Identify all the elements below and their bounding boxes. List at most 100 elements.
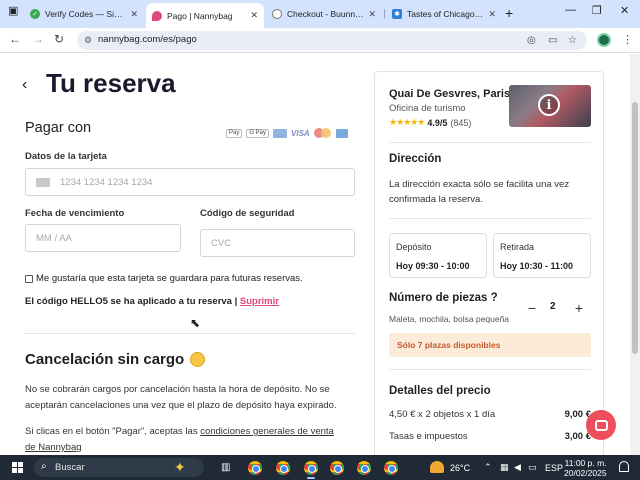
tab-separator: [384, 9, 385, 19]
tab-pago-nannybag[interactable]: Pago | Nannybag ✕: [146, 3, 264, 28]
panel-divider: [389, 369, 591, 370]
minimize-icon[interactable]: —: [565, 4, 576, 16]
url-omnibox[interactable]: ⚙ nannybag.com/es/pago ◎ ▭ ☆: [77, 31, 587, 50]
expiry-label: Fecha de vencimiento: [25, 208, 125, 219]
card-icon: [36, 177, 50, 187]
tab-title: Verify Codes — Simplyl: [45, 9, 127, 19]
chrome-icon[interactable]: [276, 461, 290, 475]
save-card-checkbox[interactable]: [25, 274, 33, 283]
chrome-icon[interactable]: [248, 461, 262, 475]
close-icon[interactable]: ✕: [250, 10, 258, 21]
url-text[interactable]: nannybag.com/es/pago: [98, 34, 197, 45]
expiry-input[interactable]: MM / AA: [25, 224, 181, 252]
apple-pay-icon: Pay: [226, 128, 243, 138]
cvc-label: Código de seguridad: [200, 208, 295, 219]
price-row-label: Tasas e impuestos: [389, 431, 468, 442]
save-card-label[interactable]: Me gustaría que esta tarjeta se guardara…: [36, 273, 303, 284]
notification-bell-icon[interactable]: [619, 461, 629, 472]
google-pay-icon: G Pay: [246, 128, 270, 138]
star-icon: ✱: [392, 9, 402, 19]
reload-icon[interactable]: ↻: [54, 32, 64, 46]
mouse-cursor-icon: ⬉: [190, 316, 201, 330]
pickup-time: Hoy 10:30 - 11:00: [500, 261, 574, 271]
clock-time: 11:00 p. m.: [564, 458, 607, 468]
deposit-time: Hoy 09:30 - 10:00: [396, 261, 470, 271]
tab-menu-icon[interactable]: ▣: [8, 4, 18, 17]
close-icon[interactable]: ✕: [488, 9, 496, 20]
eye-off-icon[interactable]: ◎: [527, 35, 536, 46]
new-tab-button[interactable]: +: [505, 5, 513, 21]
check-icon: ✓: [30, 9, 40, 19]
task-view-icon[interactable]: ▥: [221, 462, 230, 473]
tab-tastes-of-chicago[interactable]: ✱ Tastes of Chicago - Sh ✕: [386, 3, 502, 25]
pieces-subtitle: Maleta, mochila, bolsa pequeña: [389, 314, 510, 324]
deposit-label: Depósito: [396, 242, 432, 252]
pickup-label: Retirada: [500, 242, 535, 252]
close-icon[interactable]: ✕: [130, 9, 138, 20]
nannybag-pin-icon: [152, 10, 162, 21]
tab-checkout-buunni[interactable]: Checkout - Buunni Co ✕: [266, 3, 382, 25]
address-bar: ← → ↻ ⚙ nannybag.com/es/pago ◎ ▭ ☆: [0, 28, 640, 53]
tab-verify-codes[interactable]: ✓ Verify Codes — Simplyl ✕: [24, 3, 144, 25]
card-number-placeholder: 1234 1234 1234 1234: [60, 176, 153, 188]
close-window-icon[interactable]: ✕: [620, 4, 629, 17]
forward-icon[interactable]: →: [32, 32, 44, 46]
page-scrollbar[interactable]: [630, 54, 640, 455]
network-icon[interactable]: ▦: [500, 462, 509, 473]
card-number-label: Datos de la tarjeta: [25, 151, 107, 162]
system-clock[interactable]: 11:00 p. m. 20/02/2025: [564, 458, 607, 478]
panel-divider: [389, 218, 591, 219]
language-indicator[interactable]: ESP: [545, 463, 563, 473]
promo-code-notice: El código HELLO5 se ha aplicado a tu res…: [25, 296, 279, 307]
browser-menu-icon[interactable]: ⋮: [622, 33, 633, 46]
page-title: Tu reserva: [46, 68, 176, 98]
close-icon[interactable]: ✕: [368, 9, 376, 20]
chrome-icon[interactable]: [304, 461, 318, 475]
cvc-input[interactable]: CVC: [200, 229, 355, 257]
chrome-icon[interactable]: [357, 461, 371, 475]
back-arrow-icon[interactable]: ‹: [22, 76, 27, 94]
bookmark-star-icon[interactable]: ☆: [568, 35, 577, 46]
chat-bubble-icon: [594, 419, 608, 431]
taskbar-search-placeholder: Buscar: [55, 462, 85, 473]
tab-title: Pago | Nannybag: [167, 10, 233, 21]
rating-value: 4.9/5: [427, 117, 448, 128]
price-heading: Detalles del precio: [389, 385, 491, 397]
chrome-icon[interactable]: [330, 461, 344, 475]
price-row: 4,50 € x 2 objetos x 1 día 9,00 €: [389, 409, 591, 420]
tourist-info-icon: ℹ: [538, 94, 560, 116]
chat-button[interactable]: [586, 410, 616, 440]
sparkle-icon: ✦: [174, 459, 186, 475]
promo-remove-link[interactable]: Suprimir: [240, 296, 279, 307]
battery-icon[interactable]: ▭: [528, 462, 537, 473]
cast-icon[interactable]: ▭: [548, 35, 557, 46]
pieces-heading: Número de piezas ?: [389, 292, 498, 304]
taskbar-search[interactable]: ⌕ Buscar ✦: [34, 458, 204, 477]
review-count: (845): [450, 117, 472, 128]
deposit-box: Depósito Hoy 09:30 - 10:00: [389, 233, 487, 278]
restore-icon[interactable]: ❐: [592, 4, 602, 17]
chrome-icon[interactable]: [384, 461, 398, 475]
rating-stars-icon: ★★★★★: [389, 117, 425, 127]
site-info-icon[interactable]: ⚙: [84, 35, 92, 46]
chevron-up-icon[interactable]: ⌃: [484, 462, 492, 473]
volume-icon[interactable]: ◀: [514, 462, 521, 473]
back-icon[interactable]: ←: [9, 32, 21, 46]
temperature[interactable]: 26°C: [450, 463, 470, 473]
weather-icon[interactable]: [430, 461, 444, 473]
save-card-row: Me gustaría que esta tarjeta se guardara…: [25, 273, 303, 284]
profile-avatar[interactable]: [597, 33, 611, 47]
scrollbar-thumb[interactable]: [632, 102, 638, 354]
search-icon: ⌕: [41, 461, 47, 472]
location-name: Quai De Gesvres, Paris: [389, 88, 511, 100]
increase-pieces-button[interactable]: +: [569, 298, 589, 318]
page-content: ‹ Tu reserva Pagar con Pay G Pay VISA Da…: [0, 54, 640, 455]
section-divider: [25, 333, 355, 334]
cancellation-heading: Cancelación sin cargo: [25, 351, 206, 368]
card-number-input[interactable]: 1234 1234 1234 1234: [25, 168, 355, 196]
windows-start-icon[interactable]: [12, 462, 23, 473]
terms-prefix: Si clicas en el botón "Pagar", aceptas l…: [25, 426, 201, 437]
availability-badge: Sólo 7 plazas disponibles: [389, 333, 591, 357]
amex-icon: [335, 128, 348, 138]
decrease-pieces-button[interactable]: −: [522, 298, 542, 318]
